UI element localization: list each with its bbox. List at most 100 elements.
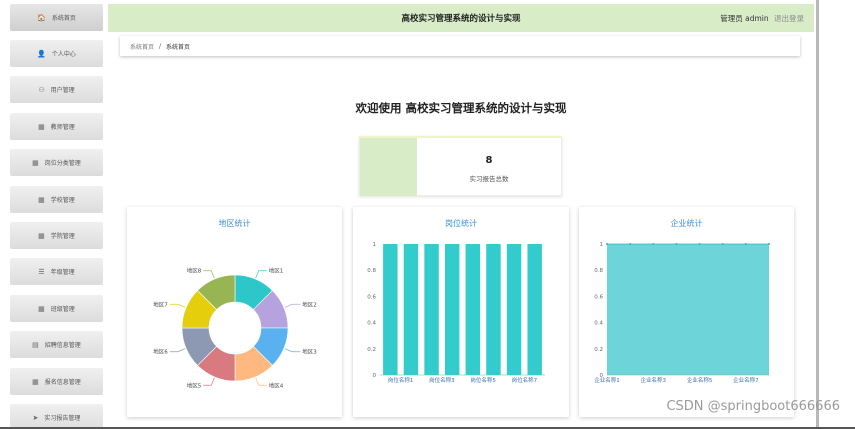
bar (424, 244, 439, 375)
pie-label-line (203, 270, 215, 279)
x-tick-label: 岗位名称3 (429, 376, 455, 384)
region-pie-chart: 地区1 地区2 地区3 地区4 地区5 地区6 地区7 地区8 (153, 267, 317, 390)
x-tick-label: 企业名称5 (687, 376, 713, 384)
sidebar: 🏠 系统首页 👤 个人中心 ⚇ 用户管理 ▦ 教师管理 ▦ 岗位分类管理 ▦ 学… (0, 0, 106, 429)
bar (486, 244, 501, 375)
y-tick-label: 0.8 (367, 268, 376, 274)
sidebar-item-label: 系统首页 (51, 15, 76, 22)
sidebar-item-reports[interactable]: ➤ 实习报告管理 (10, 404, 103, 429)
x-tick-label: 岗位名称5 (470, 376, 496, 384)
pie-label-line (284, 348, 301, 353)
scrollbar[interactable] (816, 0, 819, 429)
data-point (652, 243, 655, 245)
sidebar-item-classes[interactable]: ▦ 班级管理 (10, 295, 103, 322)
sidebar-item-home[interactable]: 🏠 系统首页 (10, 4, 103, 31)
sidebar-item-grades[interactable]: ☰ 年级管理 (10, 258, 103, 285)
data-point (629, 243, 632, 245)
pie-label: 地区4 (269, 381, 284, 389)
sidebar-item-label: 教师管理 (50, 124, 75, 131)
pie-label: 地区1 (269, 267, 284, 275)
sidebar-item-label: 班级管理 (50, 306, 75, 313)
pie-label: 地区7 (153, 300, 168, 308)
pie-label-line (255, 377, 267, 386)
sidebar-item-applications[interactable]: ▦ 报名信息管理 (10, 368, 103, 395)
y-tick-label: 0.2 (367, 347, 376, 353)
y-tick-label: 1 (600, 242, 604, 248)
breadcrumb: 系统首页 / 系统首页 (120, 36, 800, 56)
watermark: CSDN @springboot666666 (666, 399, 840, 414)
sidebar-item-teachers[interactable]: ▦ 教师管理 (10, 113, 103, 140)
sidebar-item-profile[interactable]: 👤 个人中心 (10, 40, 103, 67)
bar (465, 244, 481, 375)
data-point (744, 243, 747, 245)
area-fill (607, 244, 769, 375)
grid-icon: ▦ (38, 304, 45, 313)
sidebar-item-label: 岗位分类管理 (44, 160, 81, 167)
bar (444, 244, 460, 375)
breadcrumb-current: 系统首页 (166, 43, 191, 51)
y-tick-label: 1 (373, 242, 377, 248)
y-tick-label: 0.2 (594, 347, 603, 353)
pie-label: 地区3 (302, 348, 317, 356)
list-icon: ☰ (38, 267, 45, 276)
x-tick-label: 岗位名称1 (388, 376, 414, 384)
sidebar-item-label: 个人中心 (51, 51, 76, 58)
x-tick-label: 企业名称7 (733, 376, 759, 384)
pie-label-line (203, 377, 215, 386)
logout-link[interactable]: 退出登录 (774, 14, 804, 23)
user-label: 管理员 admin (720, 13, 769, 23)
pie-label: 地区2 (302, 300, 317, 308)
y-tick-label: 0.4 (594, 321, 603, 327)
stat-color-block (360, 138, 417, 196)
data-point (721, 243, 724, 245)
breadcrumb-separator: / (159, 42, 162, 50)
sidebar-item-schools[interactable]: ▦ 学校管理 (10, 186, 103, 213)
sidebar-item-label: 学校管理 (50, 197, 75, 204)
clipboard-icon: ▤ (32, 340, 39, 349)
stat-label: 实习报告总数 (469, 175, 509, 183)
sidebar-item-colleges[interactable]: ▦ 学院管理 (10, 222, 103, 249)
sidebar-item-label: 招聘信息管理 (44, 342, 81, 349)
grid-icon: ▦ (38, 195, 45, 204)
sidebar-item-job-categories[interactable]: ▦ 岗位分类管理 (10, 149, 103, 176)
bar (383, 244, 398, 375)
company-area-chart: 00.20.40.60.81企业名称1 企业名称3 企业名称5 企业名称7 (594, 242, 770, 384)
pie-label-line (169, 348, 186, 353)
data-point (606, 243, 608, 245)
x-tick-label: 岗位名称7 (512, 376, 538, 384)
pie-label: 地区5 (187, 381, 202, 389)
grid-icon: ▦ (32, 158, 39, 167)
bar (403, 244, 419, 375)
pie-label: 地区8 (187, 267, 202, 275)
company-chart-panel: 企业统计 0 0.2 0.4 0.6 0.8 1 企业名称1 企业名称3 企业名称5 企业名称7 (579, 207, 794, 417)
sidebar-item-recruitment[interactable]: ▤ 招聘信息管理 (10, 331, 103, 358)
user-area: 管理员 admin 退出登录 (720, 13, 804, 24)
sidebar-item-label: 学院管理 (50, 233, 75, 240)
breadcrumb-home[interactable]: 系统首页 (130, 42, 154, 51)
position-chart-panel: 岗位统计 0 0.2 0.4 0.6 0.8 1 岗位名称1 岗位名称3 岗位名称5 岗位名称7 (353, 207, 569, 417)
pie-label: 地区6 (153, 348, 168, 356)
grid-icon: ▦ (38, 231, 45, 240)
x-tick-label: 企业名称3 (641, 376, 667, 384)
position-bar-chart: 0 0.2 0.4 0.6 0.8 1 岗位名称1 岗位名称3 岗位名称5 岗位名称7 (367, 242, 545, 384)
sidebar-item-label: 实习报告管理 (44, 415, 81, 422)
pie-label-line (284, 303, 301, 308)
sidebar-item-label: 用户管理 (50, 87, 75, 94)
y-tick-label: 0 (373, 373, 377, 379)
data-point (768, 243, 770, 245)
stat-value: 8 (485, 155, 493, 166)
welcome-heading: 欢迎使用 高校实习管理系统的设计与实现 (355, 101, 567, 115)
x-tick-label: 企业名称1 (594, 376, 620, 384)
pie-label-line (255, 270, 267, 279)
y-tick-label: 0.8 (594, 268, 603, 274)
users-icon: ⚇ (38, 85, 45, 94)
y-tick-label: 0.6 (367, 294, 376, 300)
y-tick-label: 0.6 (594, 294, 603, 300)
top-bar: 高校实习管理系统的设计与实现 管理员 admin 退出登录 (108, 4, 814, 32)
data-point (698, 243, 701, 245)
report-count-card: 8 实习报告总数 (359, 136, 562, 196)
home-icon: 🏠 (37, 13, 46, 22)
sidebar-item-users[interactable]: ⚇ 用户管理 (10, 76, 103, 103)
grid-icon: ▦ (38, 122, 45, 131)
sidebar-item-label: 年级管理 (50, 269, 75, 276)
